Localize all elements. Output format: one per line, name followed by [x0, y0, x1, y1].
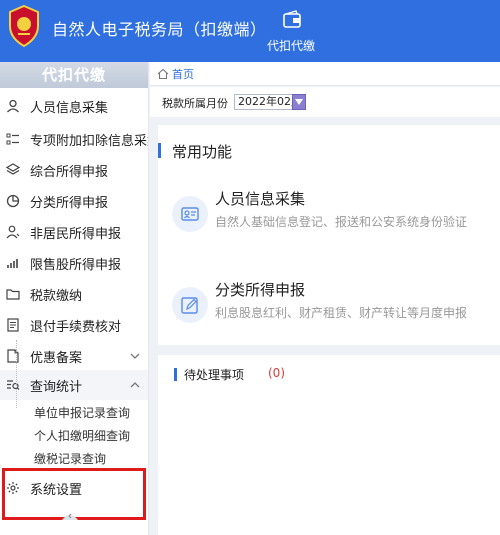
pending-items-title: 待处理事项	[184, 368, 245, 382]
layers-icon	[6, 163, 20, 175]
func-icon-circle	[172, 287, 208, 323]
app-title: 自然人电子税务局（扣缴端）	[52, 20, 267, 39]
sidebar-item-query-stats[interactable]: 查询统计	[0, 370, 148, 400]
sidebar-item-classified-income[interactable]: 分类所得申报	[0, 186, 148, 216]
sidebar-item-special-deduction[interactable]: 专项附加扣除信息采集	[0, 124, 148, 154]
sidebar-item-personnel[interactable]: 人员信息采集	[0, 91, 148, 121]
folder-icon	[6, 289, 20, 300]
tax-emblem-logo	[4, 4, 44, 48]
period-label: 税款所属月份	[162, 97, 228, 110]
sidebar-item-label: 非居民所得申报	[30, 226, 122, 242]
wallet-icon	[283, 10, 301, 28]
sidebar-item-label: 分类所得申报	[30, 195, 109, 211]
breadcrumb: 首页	[150, 62, 500, 86]
section-accent-bar	[174, 368, 177, 381]
dropdown-button[interactable]	[292, 94, 306, 110]
id-card-icon	[181, 207, 199, 221]
func-card-title: 人员信息采集	[215, 190, 306, 208]
search-list-icon	[7, 380, 20, 390]
period-bar: 税款所属月份 2022年02月	[150, 87, 500, 117]
sidebar-item-label: 优惠备案	[30, 350, 83, 366]
section-accent-bar	[158, 143, 161, 158]
person-icon	[7, 99, 19, 113]
sidebar-heading: 代扣代缴	[0, 62, 148, 88]
submenu-unit-declaration-query[interactable]: 单位申报记录查询	[34, 402, 130, 424]
sidebar-item-comprehensive-income[interactable]: 综合所得申报	[0, 155, 148, 185]
func-icon-circle	[172, 196, 208, 232]
app-header: 自然人电子税务局（扣缴端） 代扣代缴	[0, 0, 500, 62]
edit-icon	[181, 297, 198, 314]
sidebar-item-label: 限售股所得申报	[30, 257, 122, 273]
list-icon	[6, 133, 19, 145]
func-card-title: 分类所得申报	[215, 281, 306, 299]
func-card-desc: 利息股息红利、财产租赁、财产转让等月度申报	[215, 306, 468, 320]
sidebar-item-preferential-filing[interactable]: 优惠备案	[0, 341, 148, 371]
caret-down-icon	[295, 99, 303, 105]
common-functions-panel: 常用功能 人员信息采集 自然人基础信息登记、报送和公安系统身份验证 分类所得申报…	[158, 125, 500, 345]
sidebar-item-label: 退付手续费核对	[30, 319, 122, 335]
common-functions-title: 常用功能	[172, 143, 233, 161]
sidebar-item-fee-refund[interactable]: 退付手续费核对	[0, 310, 148, 340]
user-outline-icon	[6, 225, 20, 239]
sidebar-item-restricted-stock[interactable]: 限售股所得申报	[0, 248, 148, 278]
func-card-personnel[interactable]: 人员信息采集 自然人基础信息登记、报送和公安系统身份验证	[158, 180, 500, 260]
submenu-tax-payment-record-query[interactable]: 缴税记录查询	[34, 448, 106, 470]
pending-items-panel: 待处理事项 (0)	[158, 355, 500, 535]
period-month-select[interactable]: 2022年02月	[234, 94, 306, 110]
document-icon	[7, 318, 19, 332]
pending-items-count[interactable]: (0)	[268, 366, 285, 380]
sidebar-item-label: 税款缴纳	[30, 288, 83, 304]
pie-icon	[6, 194, 20, 208]
sidebar-item-nonresident-income[interactable]: 非居民所得申报	[0, 217, 148, 247]
func-card-desc: 自然人基础信息登记、报送和公安系统身份验证	[215, 215, 468, 229]
bar-chart-icon	[7, 259, 18, 268]
func-card-classified-income[interactable]: 分类所得申报 利息股息红利、财产租赁、财产转让等月度申报	[158, 271, 500, 351]
submenu-personal-withholding-query[interactable]: 个人扣缴明细查询	[34, 425, 130, 447]
header-nav-label: 代扣代缴	[266, 39, 315, 53]
file-icon	[7, 349, 19, 363]
chevron-up-icon[interactable]	[130, 380, 140, 390]
home-icon	[157, 68, 169, 80]
sidebar-item-label: 专项附加扣除信息采集	[30, 133, 148, 149]
breadcrumb-home-link[interactable]: 首页	[172, 66, 194, 82]
sidebar-item-tax-payment[interactable]: 税款缴纳	[0, 279, 148, 309]
submenu-tree-line	[16, 340, 17, 408]
collapse-sidebar-icon[interactable]	[62, 510, 78, 520]
sidebar-item-label: 查询统计	[30, 379, 83, 395]
header-nav-withholding[interactable]: 代扣代缴	[250, 0, 332, 62]
chevron-down-icon[interactable]	[130, 351, 140, 361]
sidebar-item-label: 人员信息采集	[30, 100, 109, 116]
sidebar-item-label: 综合所得申报	[30, 164, 109, 180]
